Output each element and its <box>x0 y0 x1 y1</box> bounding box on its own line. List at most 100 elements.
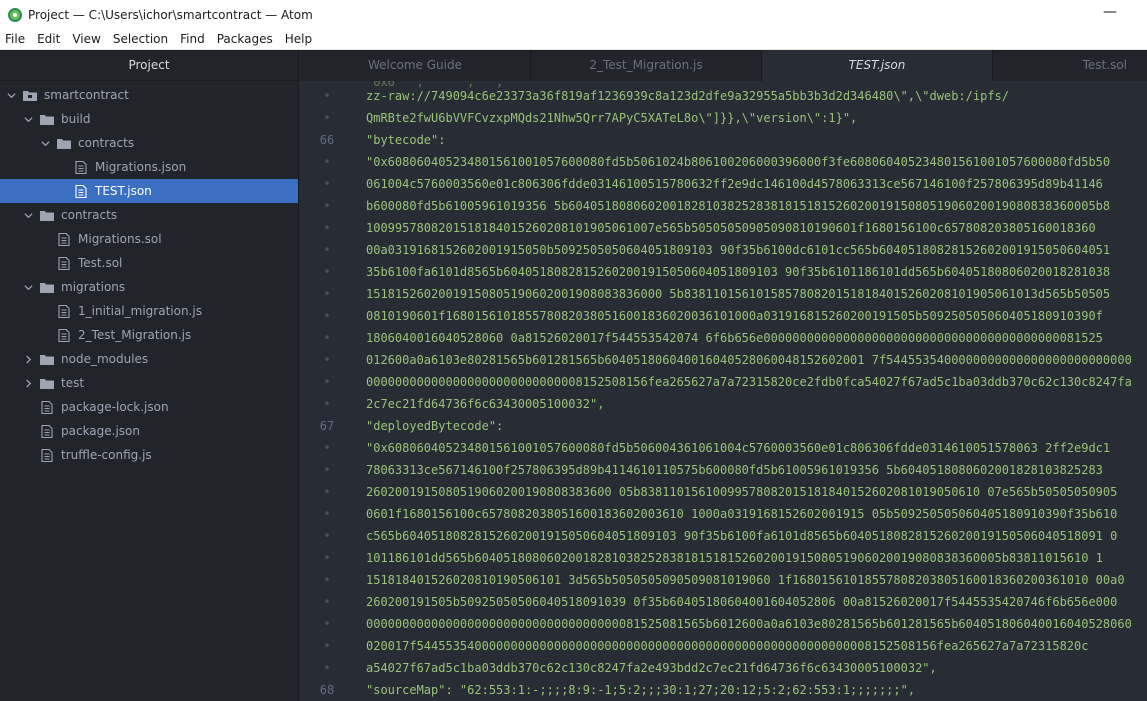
wrap-indicator: • <box>323 265 331 279</box>
code-line: • "0x608060405234801561001057600080fd5b50… <box>300 437 1147 459</box>
chevron-right-icon[interactable] <box>23 354 33 364</box>
wrap-indicator: • <box>323 155 331 169</box>
code-text: 151818401526020810190506101 3d565b505050… <box>366 573 1125 587</box>
tree-file-item[interactable]: 2_Test_Migration.js <box>0 323 298 347</box>
wrap-indicator: • <box>323 595 331 609</box>
code-line: • 0810190601f1680156101855780820380516001… <box>300 305 1147 327</box>
file-icon <box>39 448 55 462</box>
code-line: • 012600a0a6103e80281565b601281565b604051… <box>300 349 1147 371</box>
tree-item-label: Test.sol <box>78 256 123 270</box>
tree-folder-item[interactable]: contracts <box>0 131 298 155</box>
code-line: • zz-raw://749094c6e23373a36f819af1236939… <box>300 85 1147 107</box>
chevron-down-icon[interactable] <box>23 283 33 292</box>
tree-file-item[interactable]: Migrations.json <box>0 155 298 179</box>
chevron-down-icon[interactable] <box>23 211 33 220</box>
tree-list: smartcontract build contracts Migrations.js… <box>0 81 298 467</box>
tree-item-label: TEST.json <box>95 184 152 198</box>
code-line: • 260200191505b50925050506040518091039 0f… <box>300 591 1147 613</box>
wrap-indicator: • <box>323 441 331 455</box>
wrap-indicator: • <box>323 463 331 477</box>
code-line: • 151815260200191508051906020019080838360… <box>300 283 1147 305</box>
tree-folder-item[interactable]: node_modules <box>0 347 298 371</box>
tree-item-label: contracts <box>61 208 118 222</box>
code-text: QmRBte2fwU6bVVFCvzxpMQds21Nhw5Qrr7APyC5X… <box>366 111 858 125</box>
wrap-indicator: • <box>323 177 331 191</box>
tree-folder-item[interactable]: migrations <box>0 275 298 299</box>
tab-test-json[interactable]: TEST.json <box>762 50 993 81</box>
file-icon <box>39 400 55 414</box>
tree-file-item[interactable]: truffle-config.js <box>0 443 298 467</box>
code-line: 67 "deployedBytecode": <box>300 415 1147 437</box>
chevron-right-icon[interactable] <box>23 378 33 388</box>
wrap-indicator: • <box>323 111 331 125</box>
chevron-down-icon[interactable] <box>23 115 33 124</box>
menu-packages[interactable]: Packages <box>211 32 279 46</box>
tree-file-item[interactable]: 1_initial_migration.js <box>0 299 298 323</box>
tree-item-label: truffle-config.js <box>61 448 152 462</box>
file-icon <box>73 160 89 174</box>
code-text: 1806040016040528060 0a81526020017f544553… <box>366 331 1103 345</box>
line-number: 66 <box>319 133 335 147</box>
code-text: 020017f544553540000000000000000000000000… <box>366 639 1089 653</box>
tree-folder-item[interactable]: smartcontract <box>0 83 298 107</box>
tree-item-label: 1_initial_migration.js <box>78 304 202 318</box>
menu-help[interactable]: Help <box>279 32 318 46</box>
code-line: • 2c7ec21fd64736f6c63430005100032", <box>300 393 1147 415</box>
code-line: • 020017f54455354000000000000000000000000… <box>300 635 1147 657</box>
wrap-indicator: • <box>323 331 331 345</box>
repo-icon <box>22 88 38 102</box>
tree-file-item[interactable]: Test.sol <box>0 251 298 275</box>
code-line: • 151818401526020810190506101 3d565b50505… <box>300 569 1147 591</box>
code-text: "bytecode": <box>366 133 446 147</box>
menu-selection[interactable]: Selection <box>107 32 174 46</box>
tab-bar: Welcome Guide 2_Test_Migration.js TEST.jso… <box>300 50 1147 81</box>
code-line: • 1806040016040528060 0a81526020017f54455… <box>300 327 1147 349</box>
tree-item-label: Migrations.sol <box>78 232 162 246</box>
code-text: 000000000000000000000000000008152508156f… <box>366 375 1132 389</box>
tree-file-item[interactable]: package.json <box>0 419 298 443</box>
folder-icon <box>39 208 55 222</box>
wrap-indicator: • <box>323 507 331 521</box>
tree-file-item[interactable]: Migrations.sol <box>0 227 298 251</box>
file-icon <box>56 256 72 270</box>
tree-item-label: test <box>61 376 85 390</box>
code-line: • QmRBte2fwU6bVVFCvzxpMQds21Nhw5Qrr7APyC5… <box>300 107 1147 129</box>
folder-icon <box>39 376 55 390</box>
file-icon <box>73 184 89 198</box>
menu-find[interactable]: Find <box>174 32 211 46</box>
code-text: "deployedBytecode": <box>366 419 504 433</box>
menu-view[interactable]: View <box>66 32 106 46</box>
tree-folder-item[interactable]: test <box>0 371 298 395</box>
title-bar: Project — C:\Users\ichor\smartcontract —… <box>0 0 1147 29</box>
code-text: 260200191505b50925050506040518091039 0f3… <box>366 595 1118 609</box>
tab-welcome-guide[interactable]: Welcome Guide <box>300 50 531 81</box>
code-text: 1518152602001915080519060200190808383600… <box>366 287 1111 301</box>
code-text: 012600a0a6103e80281565b601281565b6040518… <box>366 353 1132 367</box>
chevron-down-icon[interactable] <box>40 139 50 148</box>
code-text: 0601f1680156100c657808203805160018360200… <box>366 507 1118 521</box>
code-line: • 2602001915080519060200190808383600 05b8… <box>300 481 1147 503</box>
code-line: • "0x608060405234801561001057600080fd5b50… <box>300 151 1147 173</box>
file-icon <box>56 304 72 318</box>
wrap-indicator: • <box>323 221 331 235</box>
tree-file-item[interactable]: package-lock.json <box>0 395 298 419</box>
tree-folder-item[interactable]: contracts <box>0 203 298 227</box>
editor-pane[interactable]: "0x6" , " , , • zz-raw://749094c6e23373a3… <box>300 81 1147 701</box>
chevron-down-icon[interactable] <box>6 91 16 100</box>
code-text: 0000000000000000000000000000000000008152… <box>366 617 1132 631</box>
code-line: • 0601f1680156100c65780820380516001836020… <box>300 503 1147 525</box>
code-text: c565b60405180828152602001915050604051809… <box>366 529 1118 543</box>
tree-file-item[interactable]: TEST.json <box>0 179 298 203</box>
tree-folder-item[interactable]: build <box>0 107 298 131</box>
minimize-button[interactable]: — <box>1103 4 1117 20</box>
tab-test-sol[interactable]: Test.sol <box>993 50 1147 81</box>
menu-edit[interactable]: Edit <box>31 32 66 46</box>
wrap-indicator: • <box>323 617 331 631</box>
wrap-indicator: • <box>323 661 331 675</box>
code-line: • 000000000000000000000000000000000000815… <box>300 613 1147 635</box>
code-line: • 061004c5760003560e01c806306fdde03146100… <box>300 173 1147 195</box>
menu-file[interactable]: File <box>0 32 31 46</box>
code-text: "sourceMap": "62:553:1:-;;;;8:9:-1;5:2;;… <box>366 683 916 697</box>
code-text: "0x608060405234801561001057600080fd5b506… <box>366 441 1111 455</box>
tab-2-test-migration-js[interactable]: 2_Test_Migration.js <box>531 50 762 81</box>
